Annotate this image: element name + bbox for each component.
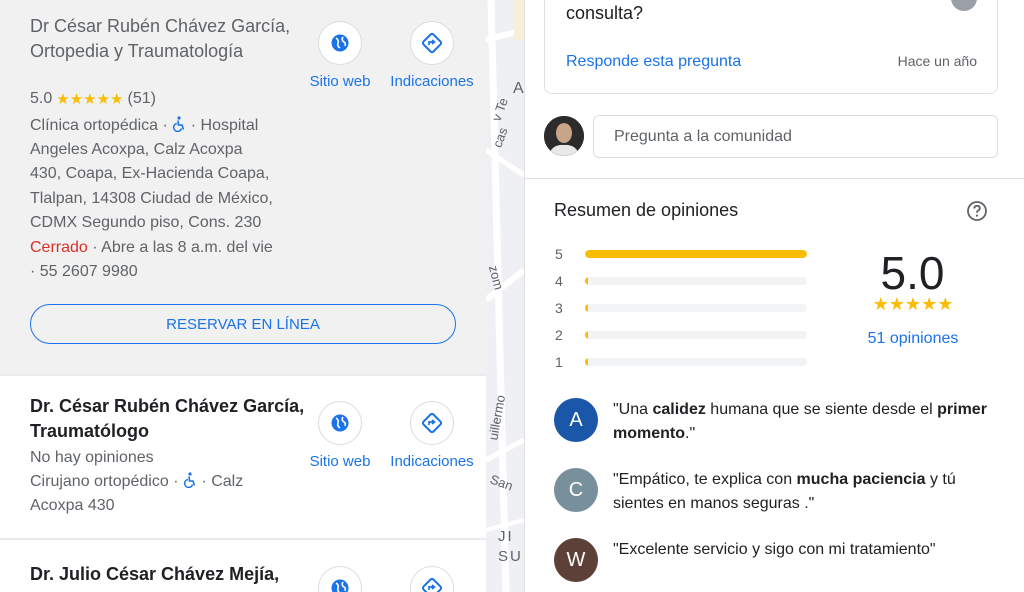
- histogram-track: [585, 250, 807, 258]
- review-snippet[interactable]: W "Excelente servicio y sigo con mi trata…: [554, 538, 994, 582]
- website-button-3[interactable]: [295, 566, 385, 592]
- histogram-fill: [585, 331, 588, 339]
- directions-icon: [421, 32, 443, 54]
- histogram-row[interactable]: 5: [555, 244, 807, 264]
- user-avatar[interactable]: [544, 116, 584, 156]
- wheelchair-icon: [173, 116, 185, 132]
- directions-icon: [421, 412, 443, 434]
- wheelchair-icon: [183, 472, 196, 488]
- website-circle-3[interactable]: [318, 566, 362, 592]
- answerer-avatar: [951, 0, 977, 11]
- result-category-line-2: Cirujano ortopédico · · Calz: [30, 470, 310, 494]
- address-line-4: CDMX Segundo piso, Cons. 230: [30, 214, 262, 231]
- result-title-3[interactable]: Dr. Julio César Chávez Mejía,: [30, 562, 310, 587]
- review-count: (51): [127, 90, 156, 107]
- review-snippet-text: "Excelente servicio y sigo con mi tratam…: [613, 541, 936, 558]
- result-category-2: Cirujano ortopédico ·: [30, 473, 179, 490]
- histogram-fill: [585, 277, 588, 285]
- histogram-star-label: 3: [555, 300, 563, 316]
- hours-line: Cerrado · Abre a las 8 a.m. del vie: [30, 236, 310, 260]
- result-title-2[interactable]: Dr. César Rubén Chávez García, Traumatól…: [30, 394, 310, 443]
- histogram-track: [585, 331, 807, 339]
- map-label: SU: [498, 548, 523, 565]
- review-snippet-text: "Una calidez humana que se siente desde …: [613, 401, 987, 442]
- directions-button-3[interactable]: [387, 566, 477, 592]
- reserve-online-button[interactable]: RESERVAR EN LÍNEA: [30, 304, 456, 344]
- reviews-count-link[interactable]: 51 opiniones: [843, 330, 983, 348]
- directions-button-2[interactable]: Indicaciones: [387, 401, 477, 470]
- no-reviews-text: No hay opiniones: [30, 449, 154, 466]
- reviewer-avatar: A: [554, 398, 598, 442]
- histogram-track: [585, 304, 807, 312]
- directions-circle[interactable]: [410, 21, 454, 65]
- histogram-track: [585, 358, 807, 366]
- website-circle-2[interactable]: [318, 401, 362, 445]
- result-category-line: Clínica ortopédica · · Hospital: [30, 114, 310, 138]
- website-button[interactable]: Sitio web: [295, 21, 385, 90]
- average-stars: ★★★★★: [872, 294, 954, 314]
- website-label-2[interactable]: Sitio web: [310, 453, 371, 470]
- histogram-row[interactable]: 2: [555, 325, 807, 345]
- histogram-row[interactable]: 3: [555, 298, 807, 318]
- directions-icon: [421, 577, 443, 592]
- reviews-summary-title: Resumen de opiniones: [554, 200, 739, 220]
- address-line-2: 430, Coapa, Ex-Hacienda Coapa,: [30, 165, 270, 182]
- globe-icon: [331, 579, 349, 592]
- result-rating: 5.0 ★★★★★ (51): [30, 90, 156, 108]
- histogram-row[interactable]: 4: [555, 271, 807, 291]
- user-photo-icon: [544, 116, 584, 156]
- histogram-star-label: 1: [555, 354, 563, 370]
- question-timestamp: Hace un año: [897, 53, 977, 69]
- map-label: JI: [498, 528, 514, 545]
- histogram-fill: [585, 250, 807, 258]
- results-list: Dr César Rubén Chávez García, Ortopedia …: [0, 0, 486, 592]
- section-divider: [525, 178, 1024, 179]
- address-line-1: Angeles Acoxpa, Calz Acoxpa: [30, 141, 243, 158]
- address-inline: · Hospital: [190, 117, 259, 134]
- result-category: Clínica ortopédica ·: [30, 117, 168, 134]
- directions-circle-2[interactable]: [410, 401, 454, 445]
- histogram-star-label: 2: [555, 327, 563, 343]
- map-view[interactable]: A v Te cas zom uillermo San JI SU: [486, 0, 524, 592]
- address-line-2b: Acoxpa 430: [30, 497, 115, 514]
- address-inline-2: · Calz: [201, 473, 244, 490]
- place-details-panel: consulta? Responde esta pregunta Hace un…: [524, 0, 1024, 592]
- address-line-3: Tlalpan, 14308 Ciudad de México,: [30, 190, 273, 207]
- website-button-2[interactable]: Sitio web: [295, 401, 385, 470]
- ask-community-input[interactable]: [593, 115, 998, 158]
- directions-label-2[interactable]: Indicaciones: [390, 453, 473, 470]
- question-card: consulta? Responde esta pregunta Hace un…: [544, 0, 998, 94]
- reviewer-avatar: C: [554, 468, 598, 512]
- histogram-fill: [585, 358, 588, 366]
- review-snippet[interactable]: C "Empático, te explica con mucha pacienc…: [554, 468, 994, 516]
- website-circle[interactable]: [318, 21, 362, 65]
- review-snippet-text: "Empático, te explica con mucha pacienci…: [613, 471, 956, 512]
- rating-value: 5.0: [30, 90, 53, 107]
- histogram-track: [585, 277, 807, 285]
- directions-circle-3[interactable]: [410, 566, 454, 592]
- question-text: consulta?: [566, 3, 644, 23]
- globe-icon: [331, 414, 349, 432]
- website-label[interactable]: Sitio web: [310, 73, 371, 90]
- rating-stars: ★★★★★: [56, 91, 124, 108]
- directions-label[interactable]: Indicaciones: [390, 73, 473, 90]
- help-icon[interactable]: [966, 200, 988, 222]
- histogram-star-label: 5: [555, 246, 563, 262]
- result-card-1[interactable]: Dr César Rubén Chávez García, Ortopedia …: [0, 0, 486, 374]
- result-title[interactable]: Dr César Rubén Chávez García, Ortopedia …: [30, 14, 310, 63]
- map-label: A: [513, 80, 524, 97]
- histogram-star-label: 4: [555, 273, 563, 289]
- directions-button[interactable]: Indicaciones: [387, 21, 477, 90]
- average-score: 5.0: [880, 247, 945, 299]
- result-divider: [0, 538, 486, 540]
- reviewer-avatar: W: [554, 538, 598, 582]
- globe-icon: [331, 34, 349, 52]
- histogram-fill: [585, 304, 588, 312]
- answer-question-link[interactable]: Responde esta pregunta: [566, 53, 741, 71]
- histogram-row[interactable]: 1: [555, 352, 807, 372]
- open-status: Cerrado: [30, 239, 88, 256]
- phone-number: · 55 2607 9980: [30, 263, 138, 280]
- review-snippet[interactable]: A "Una calidez humana que se siente desde…: [554, 398, 994, 446]
- opening-hours: · Abre a las 8 a.m. del vie: [92, 239, 273, 256]
